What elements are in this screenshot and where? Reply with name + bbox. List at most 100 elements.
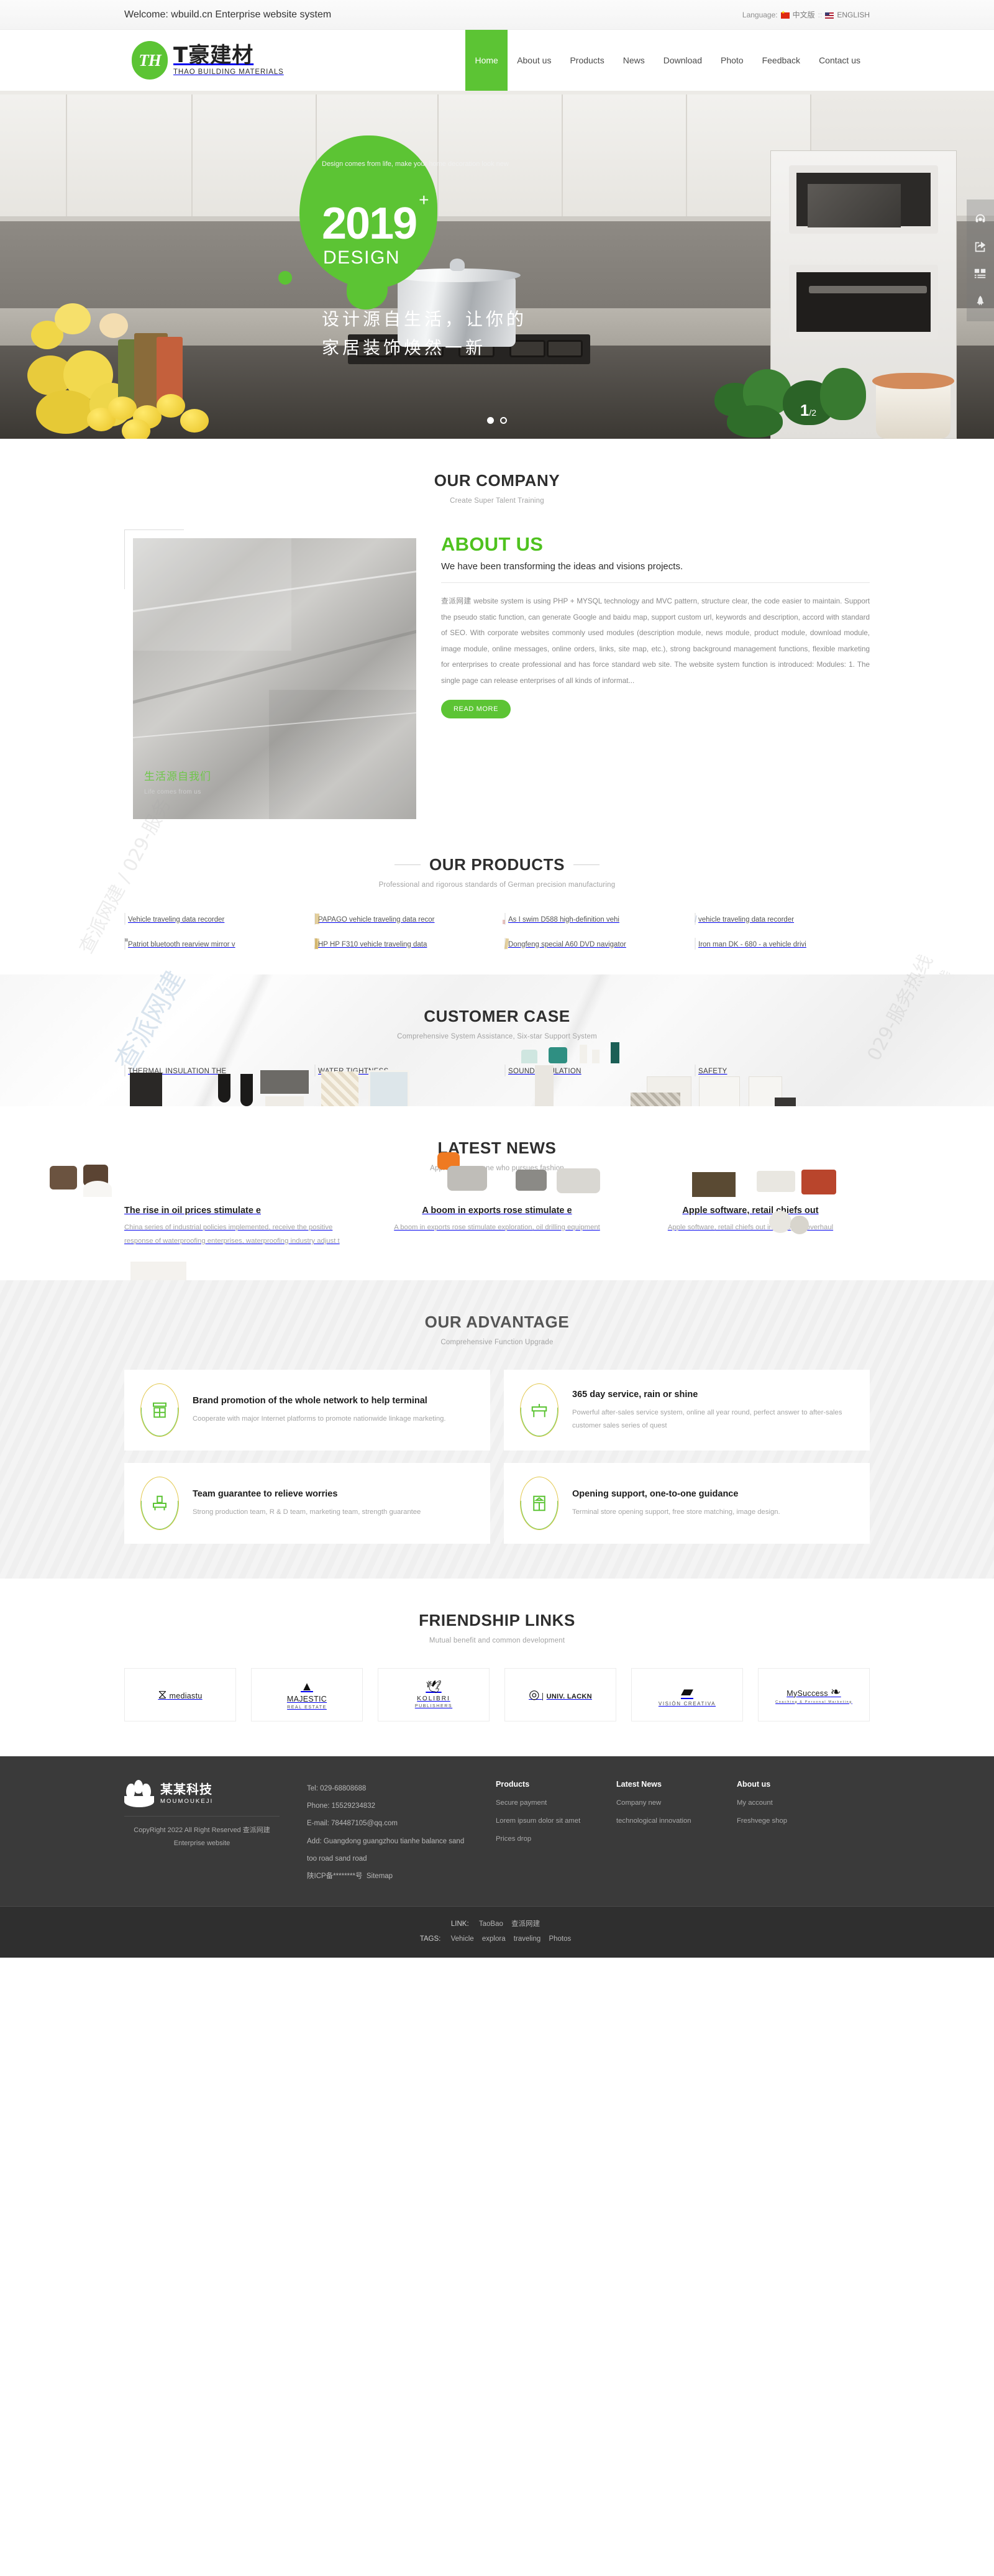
footer-address: Add: Guangdong guangzhou tianhe balance … [307, 1837, 465, 1863]
nav-item-photo[interactable]: Photo [711, 30, 753, 91]
site-logo[interactable]: TH T豪建材 THAO BUILDING MATERIALS [124, 41, 284, 80]
advantage-card[interactable]: Opening support, one-to-one guidance Ter… [504, 1463, 870, 1544]
case-thumbnail [244, 1065, 409, 1185]
footer-link[interactable]: Company new [616, 1796, 709, 1810]
footer-bottom-link[interactable]: 查派网建 [511, 1920, 540, 1928]
partner-link[interactable]: MySuccess ❧ Coaching & Personal Marketin… [758, 1668, 870, 1722]
partner-link[interactable]: ▲ MAJESTIC REAL ESTATE [251, 1668, 363, 1722]
footer-brand-block: 某某科技 MOUMOUKEJI CopyRight 2022 All Right… [124, 1780, 280, 1885]
nav-item-news[interactable]: News [614, 30, 654, 91]
case-thumbnail [124, 1065, 257, 1182]
slider-dot-2[interactable] [500, 417, 507, 424]
footer-bottom-bar: LINK: TaoBao 查派网建 TAGS: Vehicle explora … [0, 1906, 994, 1958]
product-caption: As I swim D588 high-definition vehi [508, 916, 619, 924]
share-icon[interactable] [971, 233, 990, 260]
case-thumbnail [631, 1065, 817, 1150]
footer-tag-link[interactable]: Photos [549, 1935, 571, 1943]
product-card[interactable]: Dongfeng special A60 DVD navigator [504, 938, 680, 950]
news-excerpt: China series of industrial policies impl… [124, 1224, 340, 1245]
footer-tag-link[interactable]: Vehicle [451, 1935, 474, 1943]
usa-flag-icon [825, 12, 834, 19]
read-more-button[interactable]: READ MORE [441, 700, 511, 718]
footer-brand-en: MOUMOUKEJI [160, 1798, 214, 1805]
advantage-card[interactable]: Brand promotion of the whole network to … [124, 1370, 490, 1451]
links-section-subtitle: Mutual benefit and common development [429, 1637, 565, 1645]
case-card[interactable]: SAFETY [631, 1065, 870, 1150]
news-card[interactable]: Apple software, retail chiefs out Apple … [631, 1170, 870, 1248]
footer-tag-link[interactable]: traveling [514, 1935, 540, 1943]
worktable-icon [140, 1477, 179, 1531]
logo-monogram: TH [139, 50, 162, 70]
product-caption: Vehicle traveling data recorder [128, 916, 225, 924]
product-thumbnail [695, 938, 696, 950]
product-card[interactable]: HP HP F310 vehicle traveling data [314, 938, 490, 950]
footer-tag-link[interactable]: explora [482, 1935, 506, 1943]
product-card[interactable]: As I swim D588 high-definition vehi [503, 913, 680, 925]
nav-item-products[interactable]: Products [560, 30, 613, 91]
footer-bottom-link[interactable]: TaoBao [479, 1920, 503, 1928]
advantage-card[interactable]: 365 day service, rain or shine Powerful … [504, 1370, 870, 1451]
footer-logo[interactable]: 某某科技 MOUMOUKEJI [124, 1780, 280, 1808]
advantage-title: 365 day service, rain or shine [572, 1389, 698, 1400]
products-section: 查派网建 / 029-服务 029-服务热线 OUR PRODUCTS Prof… [0, 795, 994, 1066]
lang-english-link[interactable]: ENGLISH [837, 11, 870, 19]
footer-column-about-us: About us My account Freshvege shop [737, 1780, 830, 1885]
nav-item-feedback[interactable]: Feedback [753, 30, 809, 91]
product-card[interactable]: Iron man DK - 680 - a vehicle drivi [695, 938, 870, 950]
slider-pagination[interactable] [487, 417, 507, 424]
cases-section-subtitle: Comprehensive System Assistance, Six-sta… [397, 1033, 597, 1040]
news-section: LATEST NEWS Approach everyone who pursue… [0, 1106, 994, 1289]
footer-link[interactable]: Lorem ipsum dolor sit amet [496, 1814, 589, 1828]
product-card[interactable]: PAPAGO vehicle traveling data recor [314, 913, 490, 925]
product-card[interactable]: Vehicle traveling data recorder [124, 913, 299, 925]
headset-icon[interactable] [971, 206, 990, 233]
case-card[interactable]: SOUND INSULATION [504, 1042, 680, 1115]
nav-item-download[interactable]: Download [654, 30, 711, 91]
qrcode-icon[interactable] [971, 260, 990, 288]
product-card[interactable]: vehicle traveling data recorder [694, 913, 870, 925]
lang-chinese-link[interactable]: 中文版 [793, 9, 815, 20]
about-image-block: 生活源自我们 Life comes from us [124, 529, 416, 819]
brand-name-cn: T豪建材 [173, 42, 254, 68]
partner-link[interactable]: ▰ VISIÓN CREATIVA [631, 1668, 743, 1722]
footer-sitemap-link[interactable]: Sitemap [367, 1872, 393, 1880]
advantage-card[interactable]: Team guarantee to relieve worries Strong… [124, 1463, 490, 1544]
site-footer: 某某科技 MOUMOUKEJI CopyRight 2022 All Right… [0, 1756, 994, 1958]
partner-link[interactable]: ⧖ mediastu [124, 1668, 236, 1722]
rocket-icon[interactable] [971, 288, 990, 315]
floating-side-toolbar[interactable] [967, 199, 994, 321]
case-card[interactable]: WATER TIGHTNESS [244, 1065, 490, 1185]
sink-icon [520, 1383, 559, 1437]
hero-headline-cn-1: 设计源自生活，让你的 [322, 309, 527, 329]
news-card[interactable]: The rise in oil prices stimulate e China… [50, 1165, 363, 1289]
customer-case-section: 查派网建 029-服务热线 CUSTOMER CASE Comprehensiv… [0, 951, 994, 1185]
product-caption: Dongfeng special A60 DVD navigator [508, 941, 626, 948]
footer-link[interactable]: Freshvege shop [737, 1814, 830, 1828]
nav-item-home[interactable]: Home [465, 30, 508, 91]
footer-link[interactable]: My account [737, 1796, 830, 1810]
hero-slider[interactable]: Design comes from life, make your home d… [0, 91, 994, 439]
nav-item-contact-us[interactable]: Contact us [809, 30, 870, 91]
advantage-title: Opening support, one-to-one guidance [572, 1489, 739, 1500]
nav-item-about-us[interactable]: About us [508, 30, 560, 91]
footer-link-row: LINK: TaoBao 查派网建 [0, 1917, 994, 1932]
partner-link[interactable]: ◎ UNIV. LACKN [504, 1668, 616, 1722]
slider-dot-1[interactable] [487, 417, 494, 424]
advantage-desc: Terminal store opening support, free sto… [572, 1508, 780, 1516]
about-caption-cn: 生活源自我们 [144, 771, 211, 783]
partner-link[interactable]: 🕊 KOLIBRI PUBLISHERS [378, 1668, 490, 1722]
footer-link[interactable]: technological innovation [616, 1814, 709, 1828]
about-us-heading: ABOUT US [441, 533, 544, 555]
footer-copyright: CopyRight 2022 All Right Reserved 查派网建 E… [134, 1827, 270, 1847]
news-card[interactable]: A boom in exports rose stimulate e A boo… [378, 1152, 616, 1248]
product-card[interactable]: Patriot bluetooth rearview mirror v [124, 938, 299, 950]
advantage-desc: Strong production team, R & D team, mark… [193, 1508, 421, 1516]
partner-tagline: REAL ESTATE [287, 1705, 327, 1710]
slide-current: 1 [800, 401, 809, 419]
footer-link[interactable]: Prices drop [496, 1832, 589, 1846]
partner-name: UNIV. LACKN [542, 1693, 592, 1701]
advantage-desc: Powerful after-sales service system, onl… [572, 1408, 842, 1429]
advantage-desc: Cooperate with major Internet platforms … [193, 1415, 446, 1423]
footer-link[interactable]: Secure payment [496, 1796, 589, 1810]
footer-icp: 陕ICP备********号 [307, 1872, 363, 1880]
